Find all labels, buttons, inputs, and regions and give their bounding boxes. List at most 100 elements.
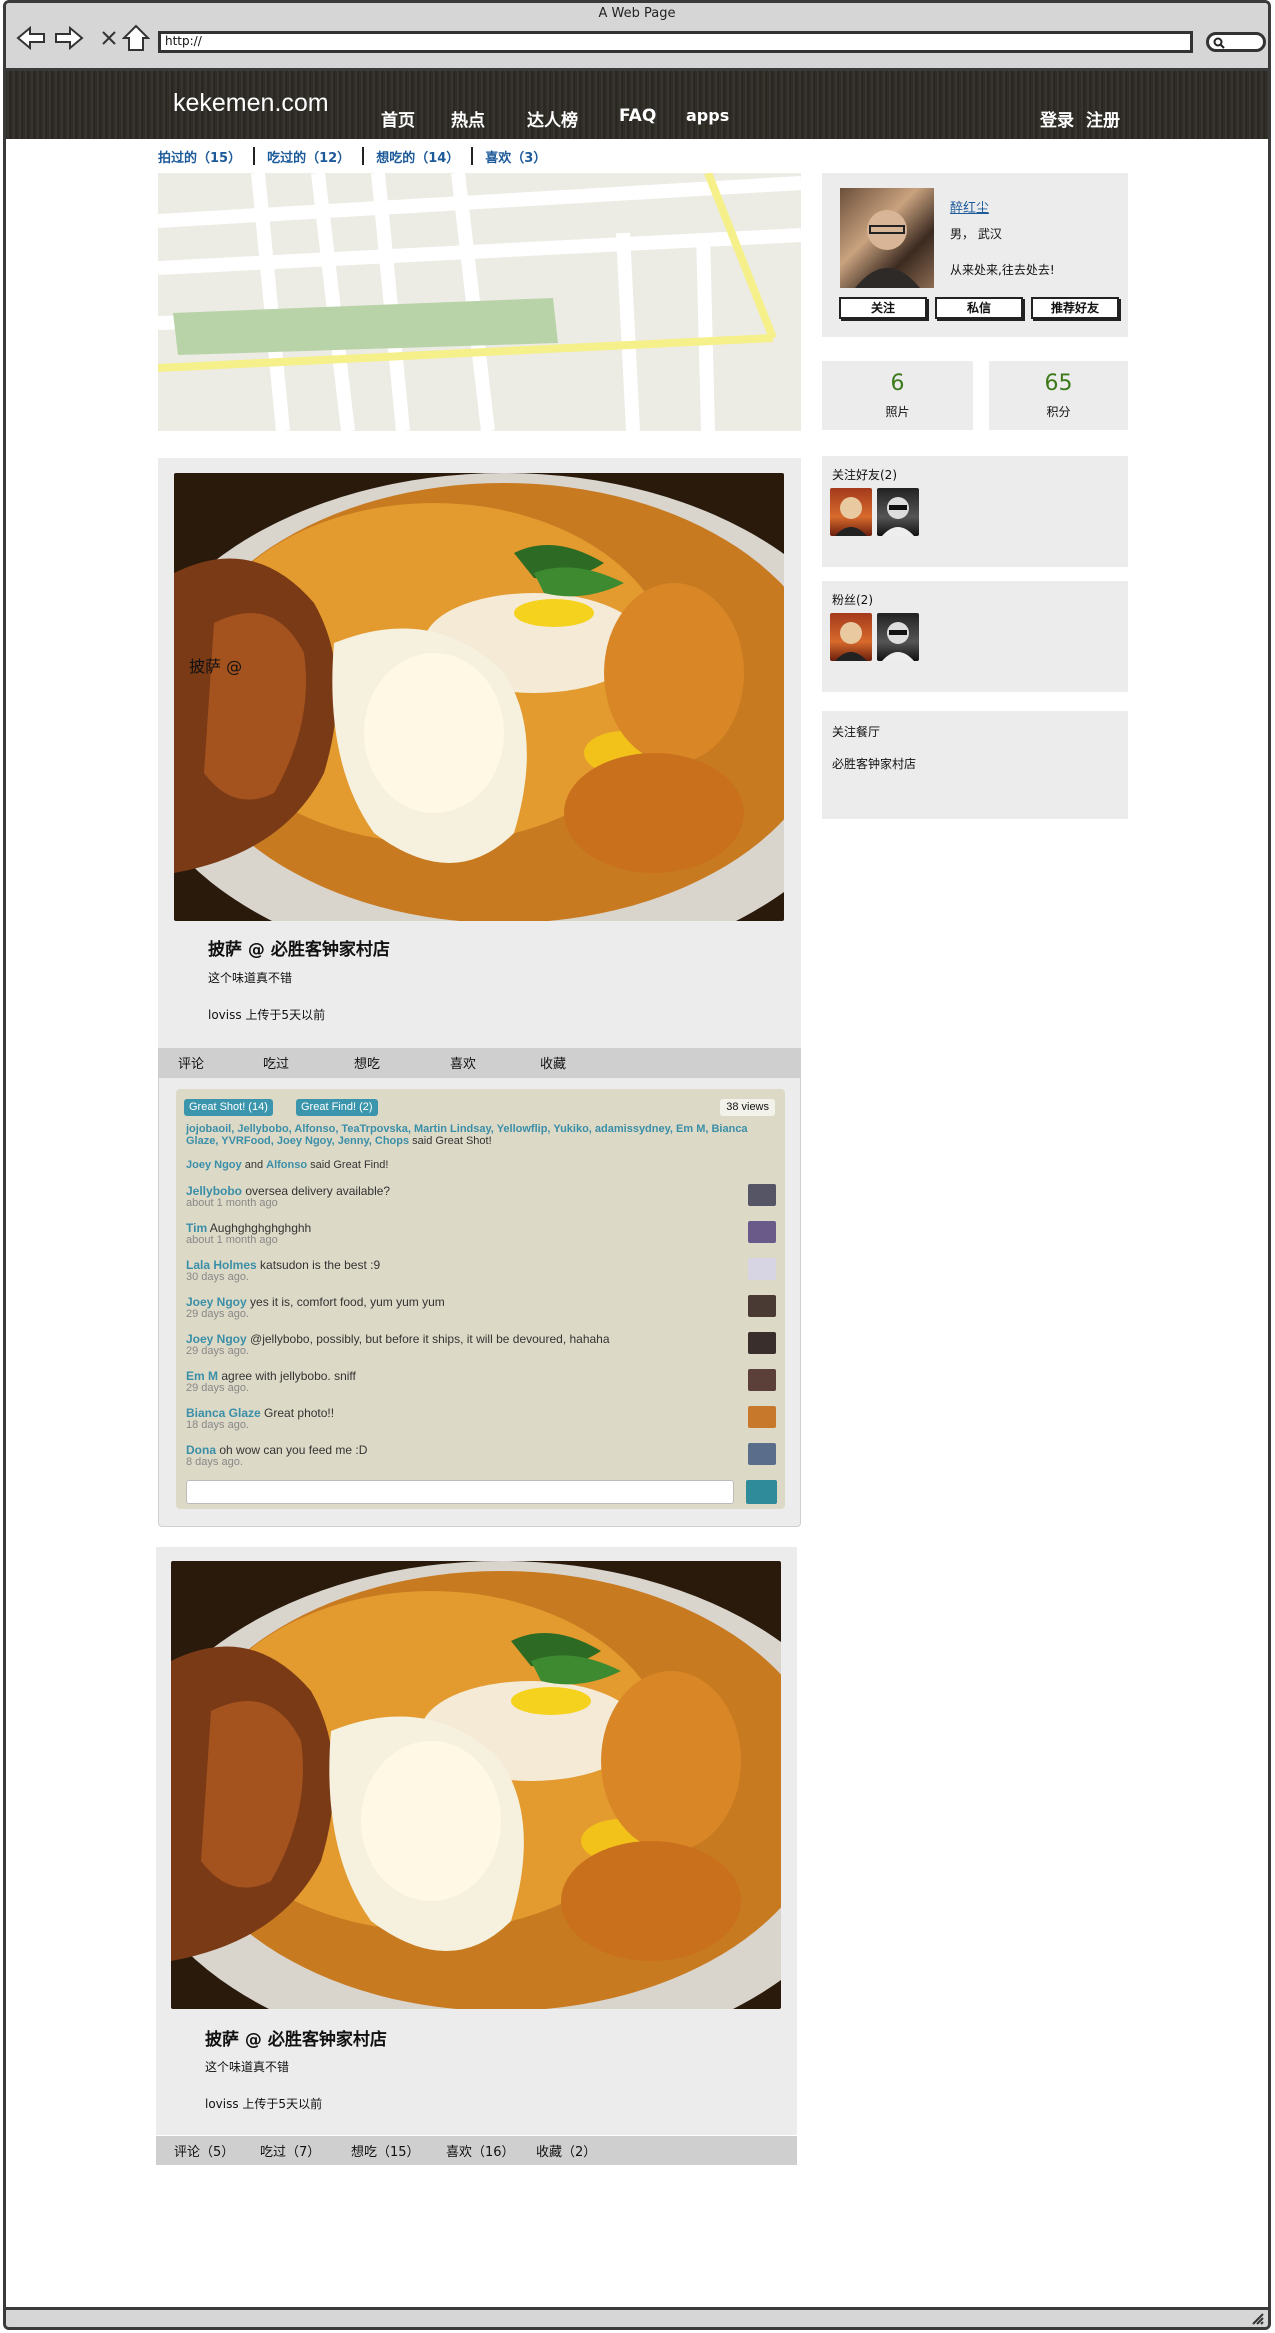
comment-user[interactable]: Bianca Glaze [186, 1406, 261, 1420]
action-comment-1[interactable]: 评论 [178, 1053, 204, 1072]
window-title: A Web Page [598, 6, 676, 21]
action-eaten-1[interactable]: 吃过 [263, 1053, 289, 1072]
browser-titlebar: A Web Page http:// [6, 3, 1268, 71]
action-want-2[interactable]: 想吃（15） [351, 2141, 420, 2160]
tab-eaten[interactable]: 吃过的（12） [253, 147, 362, 166]
login-link[interactable]: 登录 [1040, 106, 1074, 131]
nav-apps[interactable]: apps [686, 106, 729, 125]
great-shot-users: jojobaoil, Jellybobo, Alfonso, TeaTrpovs… [186, 1123, 776, 1147]
comment-avatar[interactable] [748, 1221, 776, 1243]
following-title: 关注好友(2) [832, 468, 897, 482]
comment-user[interactable]: Joey Ngoy [186, 1295, 247, 1309]
following-avatar-2[interactable] [877, 488, 919, 536]
photo-overlay-label: 披萨 @ [189, 657, 243, 676]
comment-item: Em M agree with jellybobo. sniff 29 days… [186, 1369, 776, 1394]
great-find-user-1[interactable]: Joey Ngoy [186, 1159, 242, 1171]
comment-avatar[interactable] [748, 1443, 776, 1465]
profile-name[interactable]: 醉红尘 [950, 197, 989, 216]
fan-avatar-2[interactable] [877, 613, 919, 661]
post-title-1[interactable]: 披萨 @ 必胜客钟家村店 [208, 935, 390, 960]
location-map[interactable] [158, 173, 801, 431]
follow-button[interactable]: 关注 [839, 297, 927, 319]
comment-avatar[interactable] [748, 1369, 776, 1391]
views-count: 38 views [720, 1099, 775, 1116]
home-icon[interactable] [121, 23, 151, 53]
fan-avatar-1[interactable] [830, 613, 872, 661]
profile-motto: 从来处来,往去处去! [950, 263, 1055, 277]
post-photo-1[interactable] [174, 473, 784, 921]
resize-grip-icon[interactable] [1250, 2311, 1264, 2325]
photos-stat[interactable]: 6 照片 [822, 361, 973, 430]
post-photo-2[interactable] [171, 1561, 781, 2009]
browser-search-box[interactable] [1206, 32, 1266, 52]
comment-avatar[interactable] [748, 1406, 776, 1428]
great-find-badge[interactable]: Great Find! (2) [296, 1099, 378, 1116]
tab-liked[interactable]: 喜欢（3） [471, 147, 558, 166]
register-link[interactable]: 注册 [1086, 106, 1120, 131]
avatar[interactable] [840, 188, 934, 288]
post-desc-1: 这个味道真不错 [208, 971, 293, 985]
action-like-1[interactable]: 喜欢 [450, 1053, 476, 1072]
comment-user[interactable]: Joey Ngoy [186, 1332, 247, 1346]
comment-user[interactable]: Tim [186, 1221, 207, 1235]
restaurants-title: 关注餐厅 [832, 725, 881, 739]
browser-window: A Web Page http:// kekemen.com 首页 热点 达人榜… [3, 0, 1271, 2330]
comment-user[interactable]: Dona [186, 1443, 216, 1457]
great-shot-suffix: said Great Shot! [412, 1135, 492, 1147]
nav-experts[interactable]: 达人榜 [527, 106, 578, 131]
fans-panel: 粉丝(2) [822, 581, 1128, 692]
site-logo[interactable]: kekemen.com [173, 89, 329, 118]
back-arrow-icon[interactable] [16, 23, 46, 53]
recommend-friend-button[interactable]: 推荐好友 [1031, 297, 1119, 319]
comment-user[interactable]: Lala Holmes [186, 1258, 257, 1272]
following-avatar-1[interactable] [830, 488, 872, 536]
comment-avatar[interactable] [748, 1332, 776, 1354]
comment-item: Jellybobo oversea delivery available? ab… [186, 1184, 776, 1209]
comment-user[interactable]: Em M [186, 1369, 218, 1383]
tab-want-to-eat[interactable]: 想吃的（14） [362, 147, 471, 166]
post-actions-1: 评论 吃过 想吃 喜欢 收藏 [158, 1048, 801, 1077]
comment-avatar[interactable] [748, 1295, 776, 1317]
comment-text: Great photo!! [264, 1406, 335, 1420]
comment-user[interactable]: Jellybobo [186, 1184, 242, 1198]
comment-time: about 1 month ago [186, 1234, 278, 1246]
restaurants-panel: 关注餐厅 必胜客钟家村店 [822, 711, 1128, 819]
comment-avatar[interactable] [748, 1184, 776, 1206]
action-collect-2[interactable]: 收藏（2） [536, 2141, 596, 2160]
restaurant-item[interactable]: 必胜客钟家村店 [832, 755, 916, 772]
fans-title: 粉丝(2) [832, 593, 873, 607]
nav-faq[interactable]: FAQ [619, 106, 656, 126]
action-collect-1[interactable]: 收藏 [540, 1053, 566, 1072]
great-find-users: Joey Ngoy and Alfonso said Great Find! [186, 1159, 776, 1171]
comment-submit-button[interactable] [746, 1480, 777, 1504]
nav-home[interactable]: 首页 [381, 106, 415, 131]
comment-avatar[interactable] [748, 1258, 776, 1280]
great-find-user-2[interactable]: Alfonso [266, 1159, 307, 1171]
search-icon [1213, 37, 1225, 49]
comment-time: 18 days ago. [186, 1419, 249, 1431]
comment-time: 30 days ago. [186, 1271, 249, 1283]
great-shot-badge[interactable]: Great Shot! (14) [184, 1099, 273, 1116]
following-panel: 关注好友(2) [822, 456, 1128, 567]
great-find-and: and [244, 1159, 264, 1171]
comment-time: about 1 month ago [186, 1197, 278, 1209]
comment-item: Joey Ngoy @jellybobo, possibly, but befo… [186, 1332, 776, 1357]
browser-statusbar [6, 2307, 1268, 2327]
comment-text: agree with jellybobo. sniff [221, 1369, 356, 1383]
comment-item: Bianca Glaze Great photo!! 18 days ago. [186, 1406, 776, 1431]
url-input[interactable]: http:// [158, 31, 1193, 53]
comment-time: 29 days ago. [186, 1382, 249, 1394]
post-title-2[interactable]: 披萨 @ 必胜客钟家村店 [205, 2025, 387, 2050]
action-like-2[interactable]: 喜欢（16） [446, 2141, 515, 2160]
close-icon[interactable] [94, 23, 124, 53]
comment-input[interactable] [186, 1480, 734, 1504]
action-comment-2[interactable]: 评论（5） [174, 2141, 234, 2160]
tab-photographed[interactable]: 拍过的（15） [158, 147, 253, 166]
action-eaten-2[interactable]: 吃过（7） [260, 2141, 320, 2160]
nav-hot[interactable]: 热点 [451, 106, 485, 131]
forward-arrow-icon[interactable] [54, 23, 84, 53]
action-want-1[interactable]: 想吃 [354, 1053, 380, 1072]
message-button[interactable]: 私信 [935, 297, 1023, 319]
points-stat[interactable]: 65 积分 [989, 361, 1128, 430]
comment-item: Dona oh wow can you feed me :D 8 days ag… [186, 1443, 776, 1468]
